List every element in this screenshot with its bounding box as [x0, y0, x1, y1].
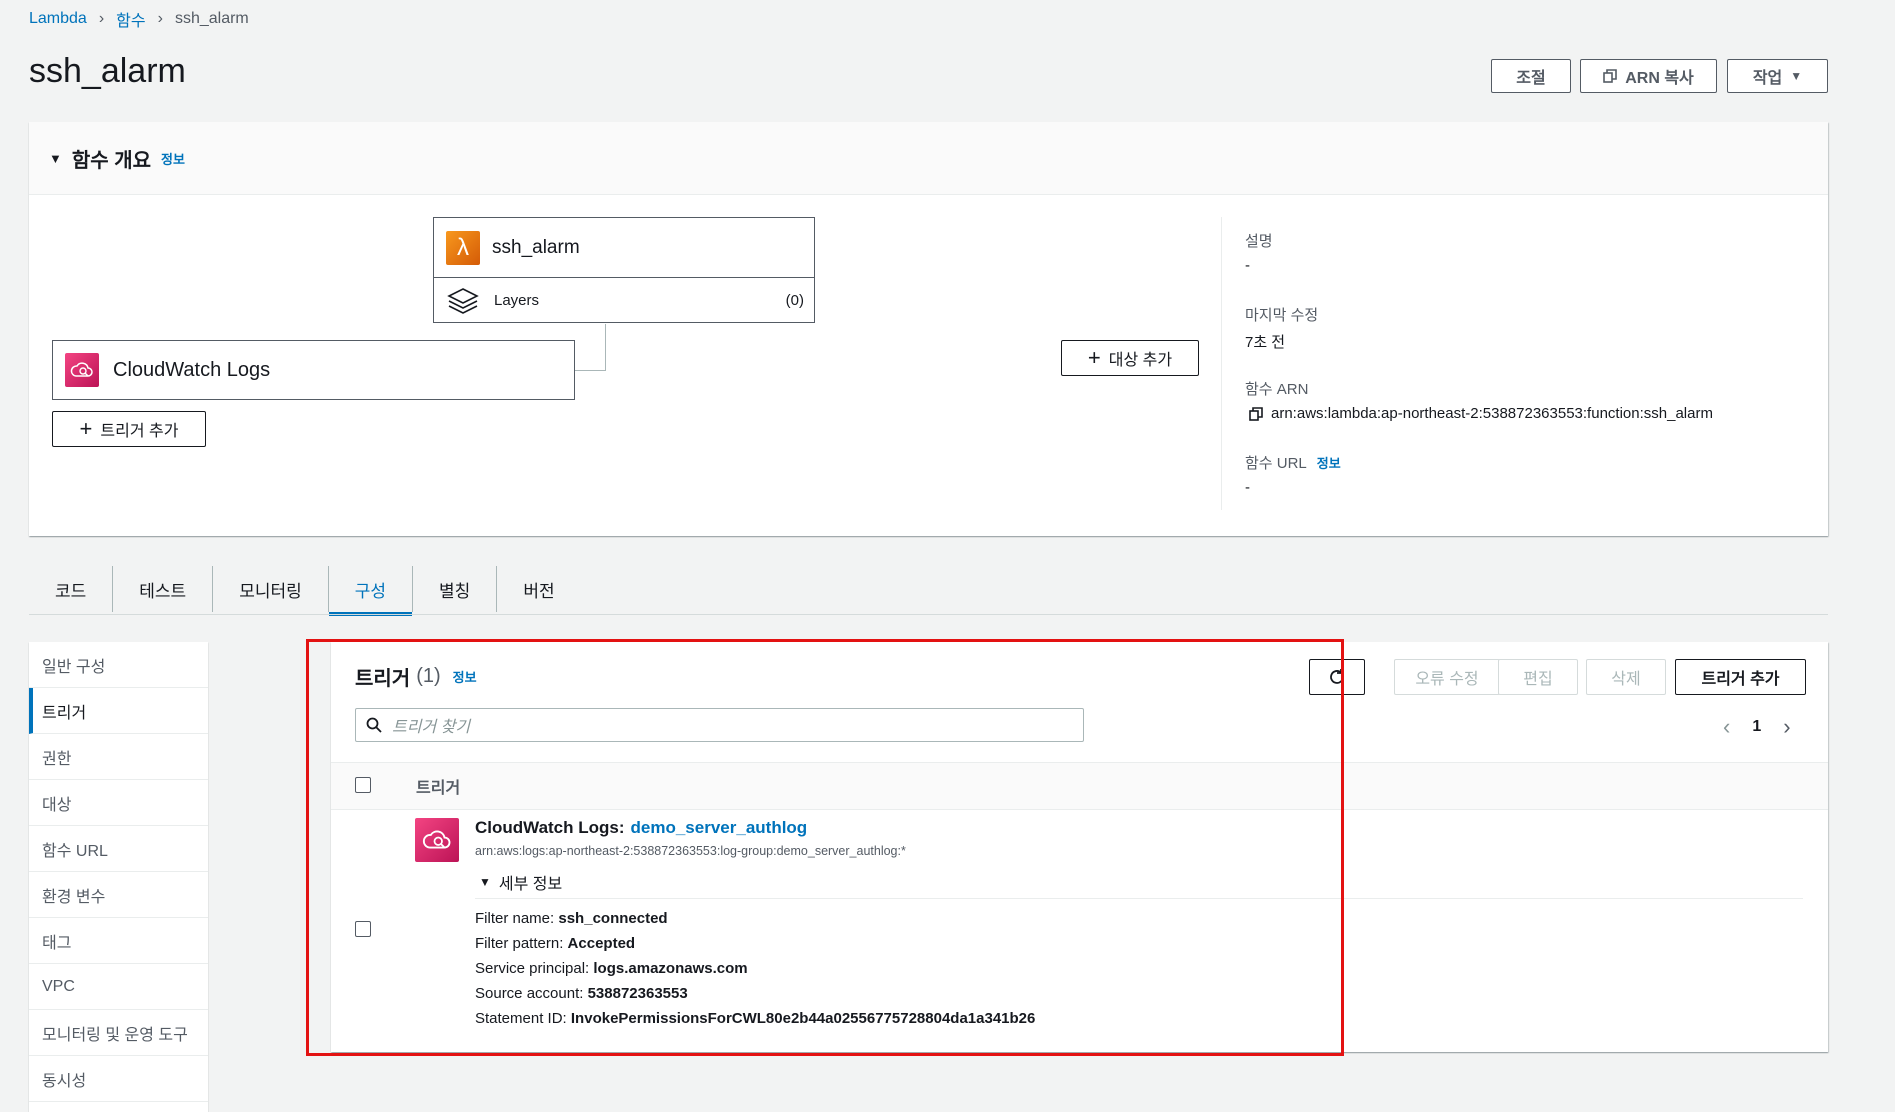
caret-down-icon: ▼ [49, 150, 62, 166]
function-url-header: 함수 URL 정보 [1245, 452, 1341, 473]
function-node[interactable]: λ ssh_alarm Layers (0) [433, 217, 815, 323]
sidebar-item-tags[interactable]: 태그 [29, 918, 208, 964]
layers-count: (0) [785, 292, 804, 309]
description-value: - [1245, 257, 1250, 274]
add-destination-label: 대상 추가 [1108, 352, 1173, 369]
edit-label: 편집 [1523, 671, 1553, 688]
plus-icon: + [1087, 345, 1101, 370]
chevron-left-icon[interactable]: ‹ [1723, 714, 1730, 740]
tabs-divider [29, 614, 1828, 615]
info-link[interactable]: 정보 [161, 149, 185, 168]
function-arn: arn:aws:lambda:ap-northeast-2:5388723635… [1249, 405, 1713, 422]
configuration-sidebar: 일반 구성 트리거 권한 대상 함수 URL 환경 변수 태그 VPC 모니터링… [29, 642, 208, 1112]
add-destination-button[interactable]: + 대상 추가 [1061, 340, 1199, 376]
divider [1221, 217, 1222, 510]
lambda-icon: λ [446, 230, 480, 265]
breadcrumb-current: ssh_alarm [174, 10, 249, 27]
tab-versions[interactable]: 버전 [497, 566, 580, 612]
chevron-right-icon: › [98, 10, 105, 27]
connector-line [605, 324, 606, 370]
sidebar-item-function-url[interactable]: 함수 URL [29, 826, 208, 872]
function-node-header: λ ssh_alarm [434, 218, 814, 278]
info-link[interactable]: 정보 [1317, 453, 1341, 472]
caret-down-icon: ▼ [1790, 69, 1803, 83]
function-node-name: ssh_alarm [492, 236, 580, 258]
pagination: ‹ 1 › [1723, 714, 1791, 740]
function-overview-header[interactable]: ▼ 함수 개요 정보 [29, 122, 1828, 195]
copy-icon [1603, 69, 1618, 83]
layers-label: Layers [494, 292, 540, 309]
tab-aliases[interactable]: 별칭 [413, 566, 498, 612]
function-tabs: 코드 테스트 모니터링 구성 별칭 버전 [29, 566, 581, 616]
sidebar-item-vpc[interactable]: VPC [29, 964, 208, 1010]
add-trigger-main-button[interactable]: 트리거 추가 [1675, 659, 1806, 695]
add-trigger-label: 트리거 추가 [100, 423, 179, 440]
delete-label: 삭제 [1611, 671, 1641, 688]
description-label: 설명 [1245, 233, 1273, 250]
add-trigger-button[interactable]: + 트리거 추가 [52, 411, 206, 447]
copy-arn-button[interactable]: ARN 복사 [1580, 59, 1717, 93]
copy-icon[interactable] [1249, 406, 1263, 421]
actions-dropdown[interactable]: 작업 ▼ [1727, 59, 1828, 93]
highlight-box [306, 639, 1344, 1056]
breadcrumb-lambda[interactable]: Lambda [29, 10, 87, 28]
layers-icon [447, 287, 479, 314]
sidebar-item-concurrency[interactable]: 동시성 [29, 1056, 208, 1102]
throttle-button-label: 조절 [1516, 70, 1546, 87]
function-url-label: 함수 URL [1245, 455, 1307, 472]
breadcrumb: Lambda › 함수 › ssh_alarm [29, 8, 249, 30]
tab-configuration[interactable]: 구성 [328, 566, 414, 616]
add-trigger-main-label: 트리거 추가 [1701, 671, 1780, 688]
breadcrumb-functions[interactable]: 함수 [116, 7, 145, 31]
sidebar-item-monitoring-tools[interactable]: 모니터링 및 운영 도구 [29, 1010, 208, 1056]
page-number[interactable]: 1 [1752, 718, 1761, 736]
last-modified-label: 마지막 수정 [1245, 307, 1319, 324]
function-url-value: - [1245, 479, 1250, 496]
last-modified-value: 7초 전 [1245, 334, 1286, 351]
connector-line [574, 370, 606, 371]
sidebar-item-destinations[interactable]: 대상 [29, 780, 208, 826]
sidebar-item-general[interactable]: 일반 구성 [29, 642, 208, 688]
function-arn-value: arn:aws:lambda:ap-northeast-2:5388723635… [1271, 405, 1713, 422]
sidebar-item-environment[interactable]: 환경 변수 [29, 872, 208, 918]
copy-arn-label: ARN 복사 [1625, 70, 1694, 87]
edit-button[interactable]: 편집 [1498, 659, 1578, 695]
tab-monitoring[interactable]: 모니터링 [213, 566, 329, 612]
trigger-node-name: CloudWatch Logs [113, 358, 271, 381]
page-title: ssh_alarm [29, 52, 186, 90]
plus-icon: + [79, 416, 93, 441]
layers-row[interactable]: Layers (0) [434, 278, 814, 323]
chevron-right-icon[interactable]: › [1783, 714, 1790, 740]
fix-errors-button[interactable]: 오류 수정 [1394, 659, 1500, 695]
actions-label: 작업 [1752, 70, 1783, 87]
cloudwatch-logs-icon [65, 353, 99, 387]
delete-button[interactable]: 삭제 [1586, 659, 1666, 695]
tab-code[interactable]: 코드 [29, 566, 114, 612]
tab-test[interactable]: 테스트 [113, 566, 214, 612]
fix-errors-label: 오류 수정 [1415, 671, 1479, 688]
throttle-button[interactable]: 조절 [1491, 59, 1571, 93]
function-overview-heading: 함수 개요 [71, 149, 152, 172]
function-overview-panel: ▼ 함수 개요 정보 λ ssh_alarm Layers (0) CloudW… [29, 122, 1828, 536]
cloudwatch-trigger-node[interactable]: CloudWatch Logs [52, 340, 575, 400]
chevron-right-icon: › [157, 10, 163, 27]
function-arn-label: 함수 ARN [1245, 381, 1309, 398]
sidebar-item-triggers[interactable]: 트리거 [29, 688, 208, 734]
sidebar-item-permissions[interactable]: 권한 [29, 734, 208, 780]
